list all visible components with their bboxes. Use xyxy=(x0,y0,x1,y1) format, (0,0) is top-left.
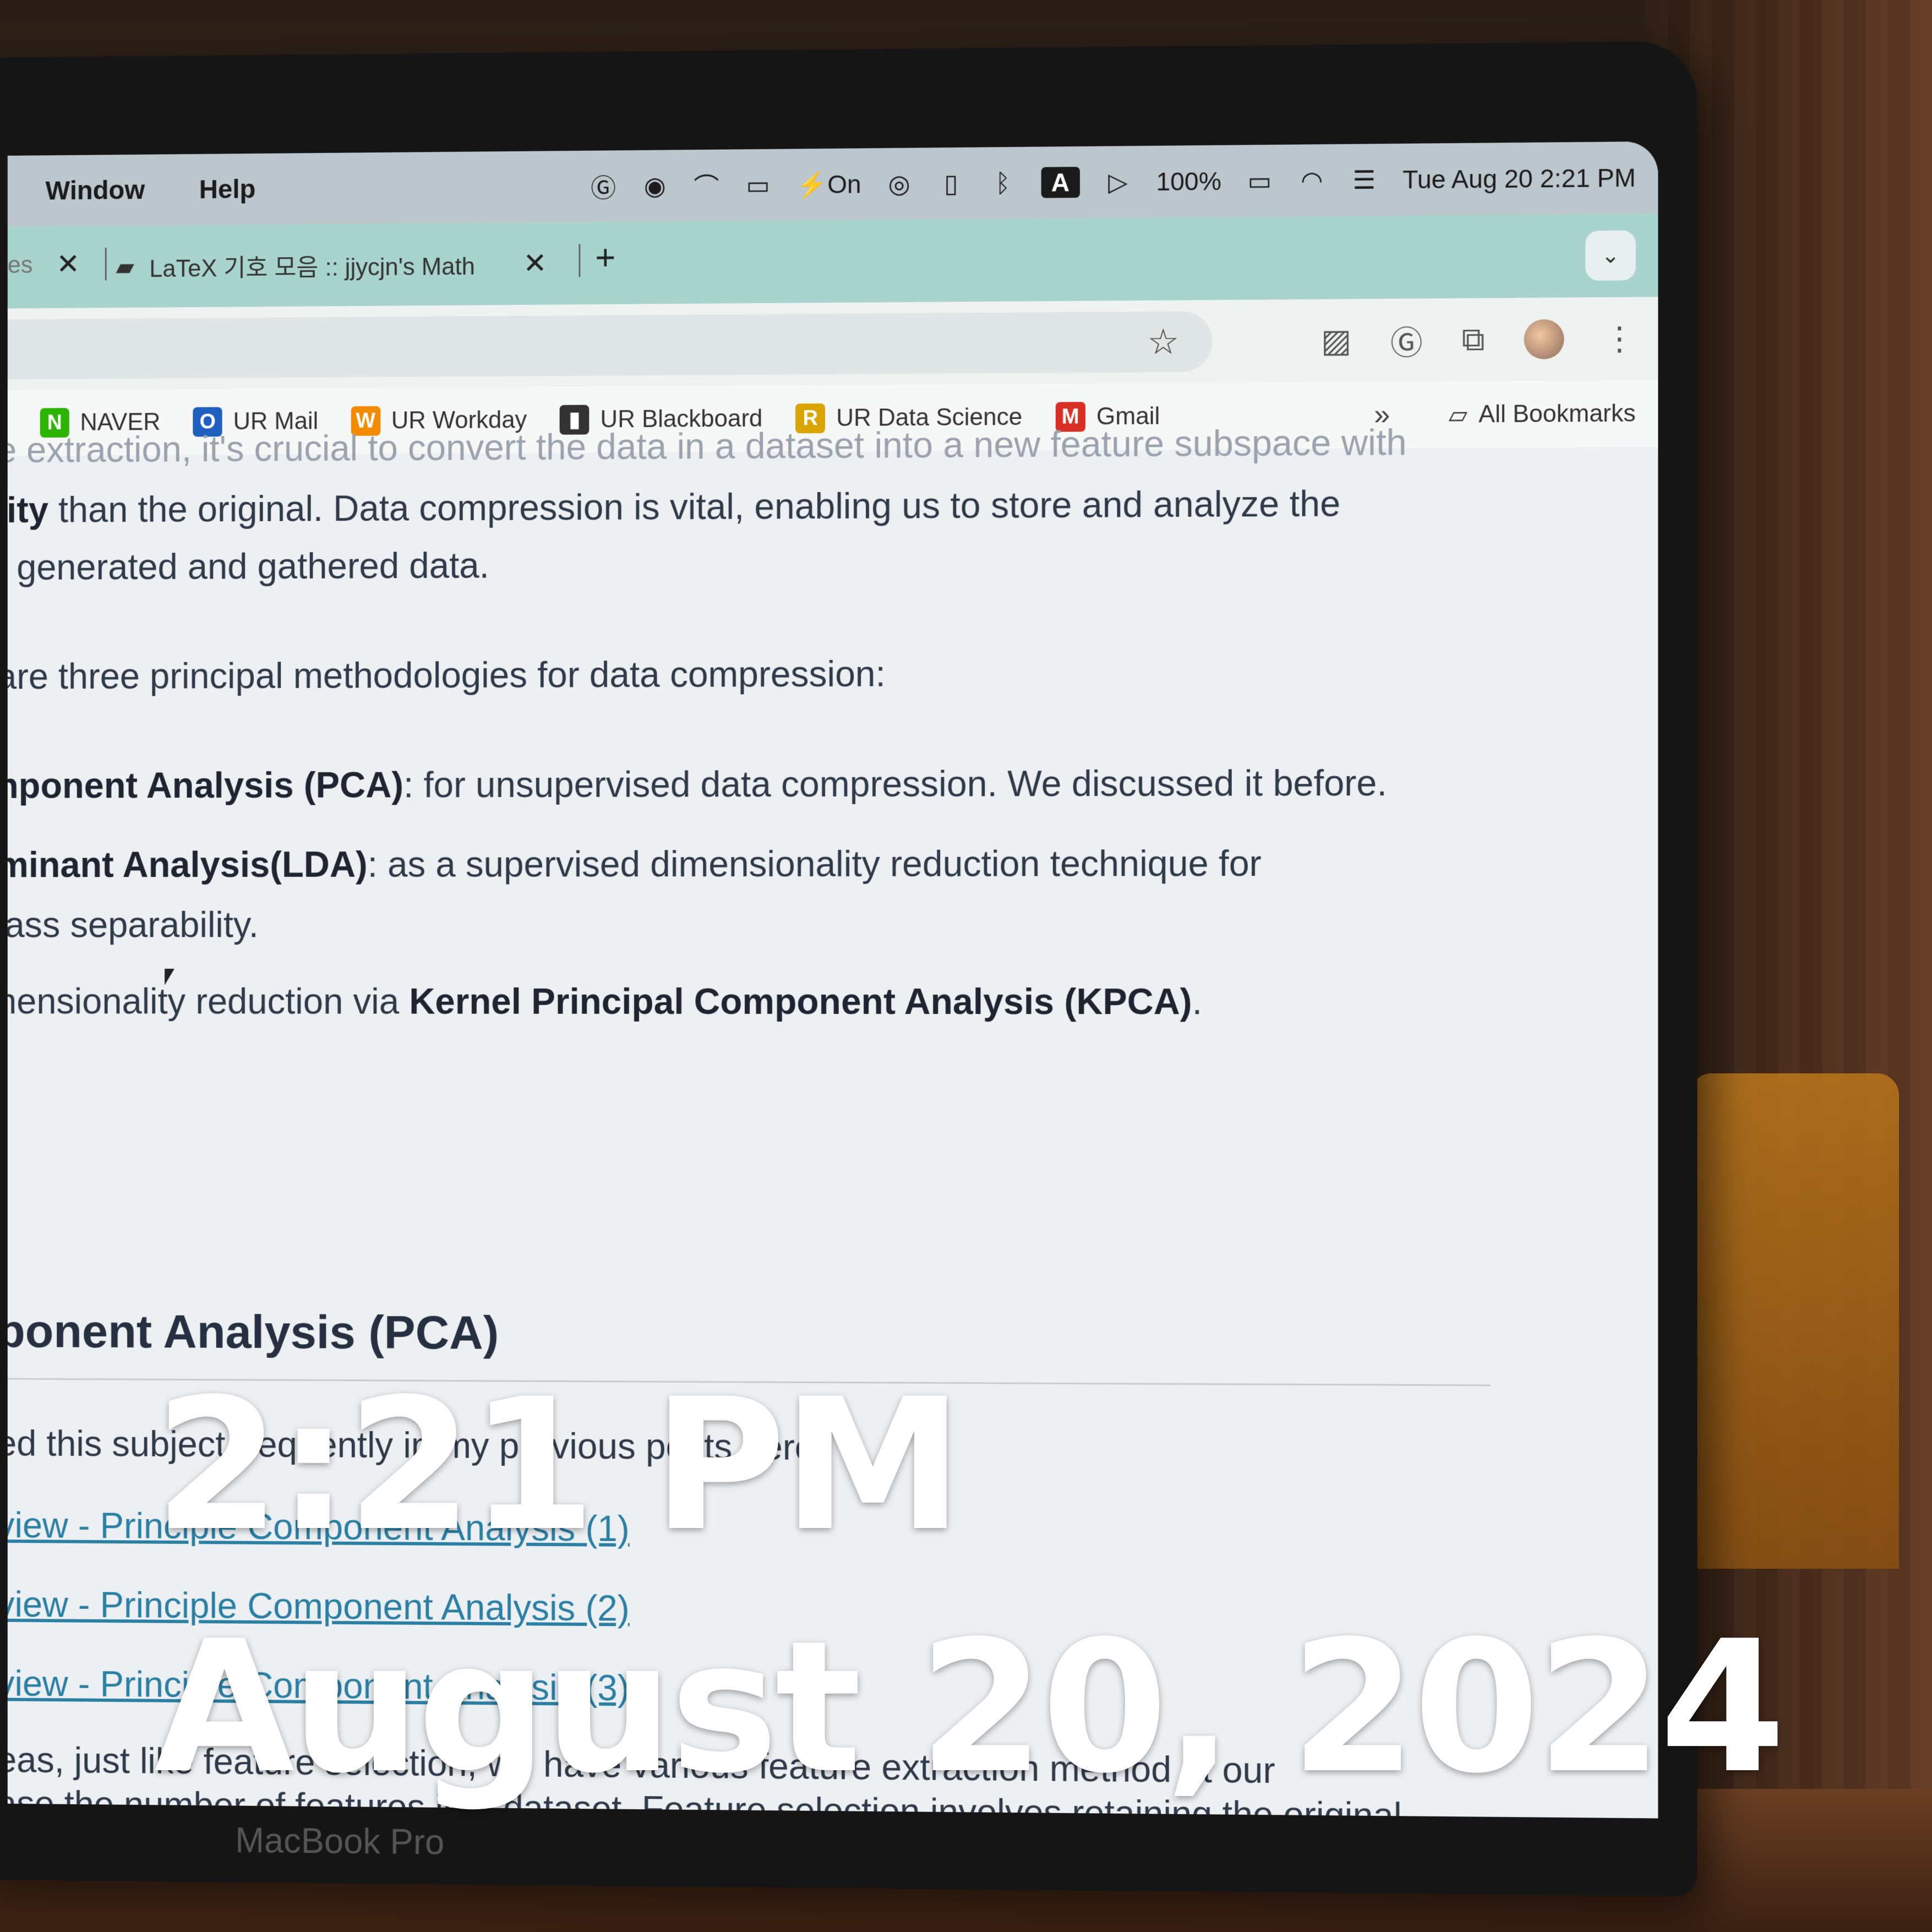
avatar[interactable] xyxy=(1524,319,1564,359)
paragraph: are three principal methodologies for da… xyxy=(7,653,886,697)
bold-text: lity xyxy=(7,489,48,531)
all-bookmarks-label: All Bookmarks xyxy=(1478,400,1636,428)
device-label: MacBook Pro xyxy=(235,1820,445,1862)
device-icon[interactable]: ▯ xyxy=(937,168,965,198)
list-item: minant Analysis(LDA): as a supervised di… xyxy=(8,836,1262,892)
mouse-cursor-icon xyxy=(165,969,174,985)
play-icon[interactable]: ▷ xyxy=(1104,167,1132,197)
bold-text: minant Analysis(LDA) xyxy=(7,844,368,885)
airdrop-icon[interactable]: ◎ xyxy=(886,169,913,199)
puzzle-icon[interactable]: ⧉ xyxy=(1462,321,1485,359)
text: nensionality reduction via xyxy=(7,980,410,1022)
text: . xyxy=(1192,981,1203,1022)
text: : as a supervised dimensionality reducti… xyxy=(367,842,1262,885)
macos-menubar: Window Help Ⓖ ◉ ⌒ ▭ ⚡On ◎ ▯ ᛒ A ▷ 100% ▭… xyxy=(7,141,1658,227)
address-bar[interactable]: ☆ xyxy=(7,311,1213,380)
partial-line: e extraction, it's crucial to convert th… xyxy=(7,421,1407,470)
tab-previous-label[interactable]: es xyxy=(8,252,33,279)
chevron-down-icon[interactable]: ⌄ xyxy=(1585,230,1636,281)
battery-icon[interactable]: ▭ xyxy=(1246,166,1273,196)
focus-icon[interactable]: ⚡On xyxy=(796,169,861,200)
menu-window[interactable]: Window xyxy=(29,175,161,206)
more-vert-icon[interactable]: ⋮ xyxy=(1603,320,1636,358)
wifi-icon[interactable]: ◠ xyxy=(1298,165,1325,195)
bold-text: nponent Analysis (PCA) xyxy=(7,764,404,806)
focus-label: On xyxy=(827,169,861,199)
extension-icons: ▨ Ⓖ ⧉ ⋮ xyxy=(1321,308,1636,372)
photo-timestamp-time: 2:21 PM xyxy=(154,1360,963,1571)
keyboard-icon[interactable]: ▭ xyxy=(744,170,772,200)
close-icon[interactable]: ✕ xyxy=(56,248,80,281)
menubar-clock[interactable]: Tue Aug 20 2:21 PM xyxy=(1402,163,1636,195)
close-icon[interactable]: ✕ xyxy=(523,247,547,280)
photo-timestamp-date: August 20, 2024 xyxy=(154,1602,1786,1813)
tab-separator xyxy=(105,247,107,281)
control-center-icon[interactable]: ☰ xyxy=(1350,165,1378,195)
tab-latex[interactable]: ▰ LaTeX 기호 모음 :: jjycjn's Math ✕ xyxy=(116,239,547,291)
chat-record-icon[interactable]: ◉ xyxy=(641,171,669,200)
menu-help[interactable]: Help xyxy=(183,174,272,205)
paragraph: lity than the original. Data compression… xyxy=(8,476,1340,537)
star-icon[interactable]: ☆ xyxy=(1147,321,1179,363)
bluetooth-icon[interactable]: ᛒ xyxy=(989,168,1017,198)
chat-bubble-icon: ▰ xyxy=(116,253,134,280)
paragraph: f generated and gathered data. xyxy=(7,544,489,588)
status-area: Ⓖ ◉ ⌒ ▭ ⚡On ◎ ▯ ᛒ A ▷ 100% ▭ ◠ ☰ Tue Aug… xyxy=(590,141,1635,222)
bold-text: Kernel Principal Component Analysis (KPC… xyxy=(409,980,1192,1022)
list-item: nponent Analysis (PCA): for unsupervised… xyxy=(8,756,1387,813)
text: than the original. Data compression is v… xyxy=(48,483,1341,530)
new-tab-button[interactable]: + xyxy=(595,237,615,278)
list-item-continuation: lass separability. xyxy=(7,904,259,945)
all-bookmarks-button[interactable]: ▱ All Bookmarks xyxy=(1449,400,1636,429)
tab-separator xyxy=(578,244,581,277)
wooden-chair xyxy=(1690,1073,1899,1569)
input-source-badge[interactable]: A xyxy=(1041,167,1080,198)
browser-toolbar: ☆ ▨ Ⓖ ⧉ ⋮ xyxy=(7,297,1658,391)
notes-extension-icon[interactable]: ▨ xyxy=(1321,321,1351,359)
airpods-icon[interactable]: ⌒ xyxy=(692,167,720,204)
browser-tabstrip: es ✕ ▰ LaTeX 기호 모음 :: jjycjn's Math ✕ + … xyxy=(7,213,1658,309)
list-item: nensionality reduction via Kernel Princi… xyxy=(8,974,1202,1029)
grammarly-icon[interactable]: Ⓖ xyxy=(590,168,617,204)
tab-active-label: LaTeX 기호 모음 :: jjycjn's Math xyxy=(149,253,475,282)
section-heading: ponent Analysis (PCA) xyxy=(7,1305,499,1360)
folder-icon: ▱ xyxy=(1448,401,1468,429)
text: : for unsupervised data compression. We … xyxy=(403,762,1388,805)
battery-percent: 100% xyxy=(1156,166,1221,197)
grammarly-extension-icon[interactable]: Ⓖ xyxy=(1390,317,1423,364)
